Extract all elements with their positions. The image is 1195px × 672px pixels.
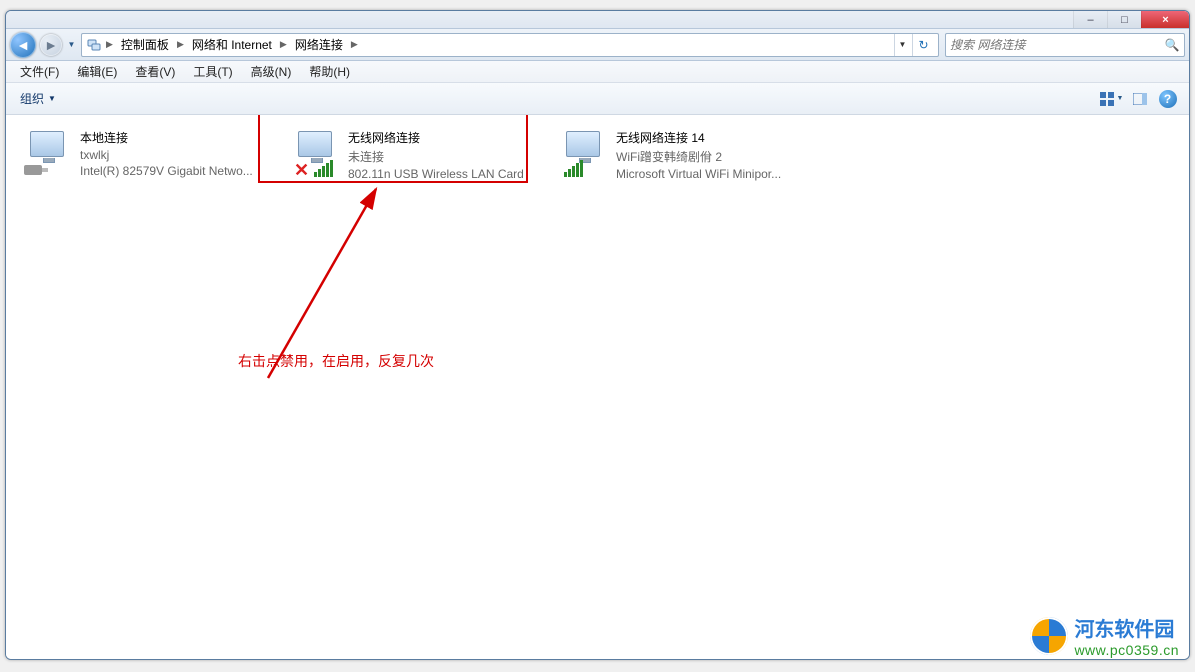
disconnected-x-icon: ✕ — [294, 163, 309, 177]
nav-back-button[interactable]: ◄ — [10, 32, 36, 58]
network-folder-icon — [86, 37, 102, 53]
search-box[interactable]: 🔍 — [945, 33, 1185, 57]
chevron-right-icon: ▶ — [104, 39, 115, 50]
nav-history-dropdown[interactable]: ▼ — [66, 32, 77, 58]
connection-item-lan[interactable]: 本地连接 txwlkj Intel(R) 82579V Gigabit Netw… — [24, 129, 274, 178]
connection-device: Intel(R) 82579V Gigabit Netwo... — [80, 164, 253, 178]
connection-device: Microsoft Virtual WiFi Minipor... — [616, 167, 781, 181]
connection-status: 未连接 — [348, 148, 524, 165]
connection-item-wifi-disconnected[interactable]: ✕ 无线网络连接 未连接 802.11n USB Wireless LAN Ca… — [292, 129, 542, 181]
view-options-button[interactable]: ▼ — [1097, 88, 1125, 110]
chevron-down-icon: ▼ — [1117, 95, 1124, 102]
chevron-right-icon: ▶ — [349, 39, 360, 50]
menu-tools[interactable]: 工具(T) — [185, 63, 240, 80]
signal-bars-icon — [314, 160, 333, 177]
close-button[interactable]: × — [1141, 11, 1189, 28]
content-area: 本地连接 txwlkj Intel(R) 82579V Gigabit Netw… — [6, 115, 1189, 659]
search-input[interactable] — [950, 38, 1164, 52]
menu-edit[interactable]: 编辑(E) — [69, 63, 125, 80]
breadcrumb-network-connections[interactable]: 网络连接 — [291, 36, 347, 53]
wifi-adapter-icon — [560, 129, 608, 177]
connection-title: 无线网络连接 14 — [616, 129, 781, 146]
breadcrumb-control-panel[interactable]: 控制面板 — [117, 36, 173, 53]
search-icon[interactable]: 🔍 — [1164, 38, 1180, 52]
connection-title: 本地连接 — [80, 129, 253, 146]
site-logo-icon — [1030, 617, 1068, 655]
navigation-row: ◄ ► ▼ ▶ 控制面板 ▶ 网络和 Internet ▶ 网络连接 ▶ ▼ ↻… — [6, 29, 1189, 61]
site-url: www.pc0359.cn — [1074, 642, 1179, 658]
connection-status: txwlkj — [80, 148, 253, 162]
address-dropdown[interactable]: ▼ — [894, 34, 910, 56]
annotation-text: 右击点禁用，在启用，反复几次 — [238, 351, 434, 371]
chevron-right-icon: ▶ — [278, 39, 289, 50]
help-button[interactable]: ? — [1153, 88, 1181, 110]
site-watermark: 河东软件园 www.pc0359.cn — [1030, 613, 1179, 658]
menu-help[interactable]: 帮助(H) — [301, 63, 358, 80]
connection-item-wifi-virtual[interactable]: 无线网络连接 14 WiFi蹭变韩绮剧佾 2 Microsoft Virtual… — [560, 129, 810, 181]
menu-advanced[interactable]: 高级(N) — [243, 63, 300, 80]
explorer-window: – □ × ◄ ► ▼ ▶ 控制面板 ▶ 网络和 Internet ▶ 网络连接… — [5, 10, 1190, 660]
wifi-adapter-disconnected-icon: ✕ — [292, 129, 340, 177]
address-bar[interactable]: ▶ 控制面板 ▶ 网络和 Internet ▶ 网络连接 ▶ ▼ ↻ — [81, 33, 939, 57]
connection-title: 无线网络连接 — [348, 129, 524, 146]
chevron-down-icon: ▼ — [48, 94, 56, 103]
site-name: 河东软件园 — [1074, 613, 1179, 642]
menu-view[interactable]: 查看(V) — [127, 63, 183, 80]
toolbar: 组织 ▼ ▼ ? — [6, 83, 1189, 115]
signal-bars-icon — [564, 160, 583, 177]
maximize-button[interactable]: □ — [1107, 11, 1141, 28]
nav-forward-button[interactable]: ► — [40, 34, 62, 56]
connection-device: 802.11n USB Wireless LAN Card — [348, 167, 524, 181]
titlebar: – □ × — [6, 11, 1189, 29]
refresh-button[interactable]: ↻ — [912, 34, 934, 56]
lan-adapter-icon — [24, 129, 72, 177]
preview-pane-button[interactable] — [1125, 88, 1153, 110]
organize-button[interactable]: 组织 ▼ — [14, 88, 62, 109]
minimize-button[interactable]: – — [1073, 11, 1107, 28]
connection-status: WiFi蹭变韩绮剧佾 2 — [616, 148, 781, 165]
help-icon: ? — [1159, 90, 1177, 108]
breadcrumb-network-internet[interactable]: 网络和 Internet — [188, 36, 276, 53]
organize-label: 组织 — [20, 90, 44, 107]
menu-file[interactable]: 文件(F) — [12, 63, 67, 80]
menu-bar: 文件(F) 编辑(E) 查看(V) 工具(T) 高级(N) 帮助(H) — [6, 61, 1189, 83]
chevron-right-icon: ▶ — [175, 39, 186, 50]
